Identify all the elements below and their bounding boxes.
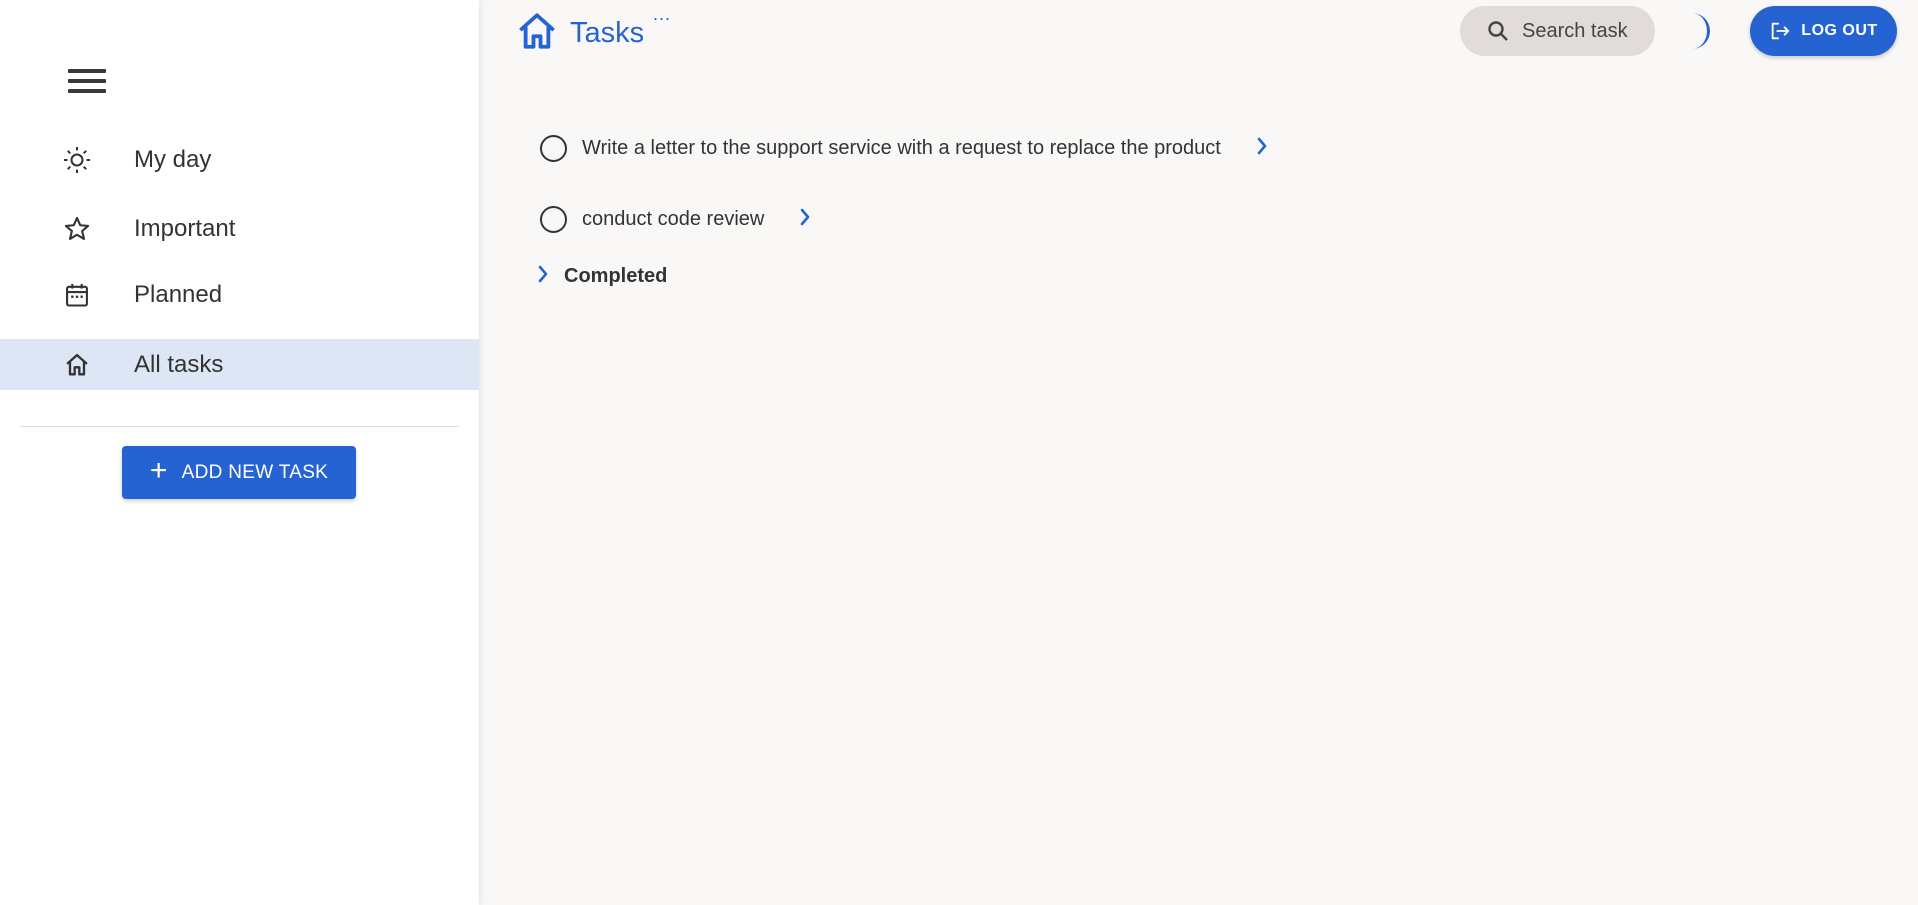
theme-toggle-moon-icon[interactable] <box>1684 12 1720 50</box>
sidebar-item-label: Planned <box>134 280 223 308</box>
chevron-right-icon[interactable] <box>1255 136 1269 161</box>
task-item: Write a letter to the support service wi… <box>540 130 1269 166</box>
sidebar-item-label: All tasks <box>134 350 224 378</box>
add-new-task-label: ADD NEW TASK <box>181 461 329 483</box>
logout-icon <box>1772 22 1790 40</box>
completed-section-toggle[interactable]: Completed <box>536 264 667 289</box>
sidebar-item-important[interactable]: Important <box>0 203 479 254</box>
logout-button[interactable]: LOG OUT <box>1750 6 1897 56</box>
star-icon <box>62 214 92 244</box>
task-item: conduct code review <box>540 201 812 237</box>
sidebar-item-planned[interactable]: Planned <box>0 269 479 320</box>
sidebar-item-label: Important <box>134 214 236 242</box>
search-icon <box>1488 21 1508 41</box>
sidebar-item-label: My day <box>134 145 212 173</box>
more-options-icon[interactable]: ... <box>653 4 671 25</box>
search-input[interactable] <box>1520 18 1650 44</box>
chevron-right-icon <box>536 264 550 289</box>
home-icon <box>516 10 558 57</box>
task-text[interactable]: conduct code review <box>582 208 764 231</box>
home-icon <box>62 350 92 380</box>
calendar-icon <box>62 280 92 310</box>
sidebar: My day Important Planned All tasks + ADD… <box>0 0 479 905</box>
page-title: Tasks <box>570 17 645 49</box>
sidebar-item-all-tasks[interactable]: All tasks <box>0 339 479 390</box>
sidebar-divider <box>20 426 459 427</box>
search-box[interactable] <box>1460 6 1655 56</box>
chevron-right-icon[interactable] <box>798 207 812 232</box>
sun-icon <box>62 145 92 175</box>
task-complete-checkbox[interactable] <box>540 134 567 162</box>
sidebar-item-my-day[interactable]: My day <box>0 134 479 185</box>
add-new-task-button[interactable]: + ADD NEW TASK <box>122 446 356 499</box>
task-text[interactable]: Write a letter to the support service wi… <box>582 137 1221 160</box>
hamburger-menu-icon[interactable] <box>62 62 112 100</box>
task-complete-checkbox[interactable] <box>540 205 567 233</box>
page-header: Tasks ... <box>516 4 670 57</box>
plus-icon: + <box>149 454 168 487</box>
completed-label: Completed <box>564 265 668 287</box>
logout-label: LOG OUT <box>1801 22 1878 39</box>
